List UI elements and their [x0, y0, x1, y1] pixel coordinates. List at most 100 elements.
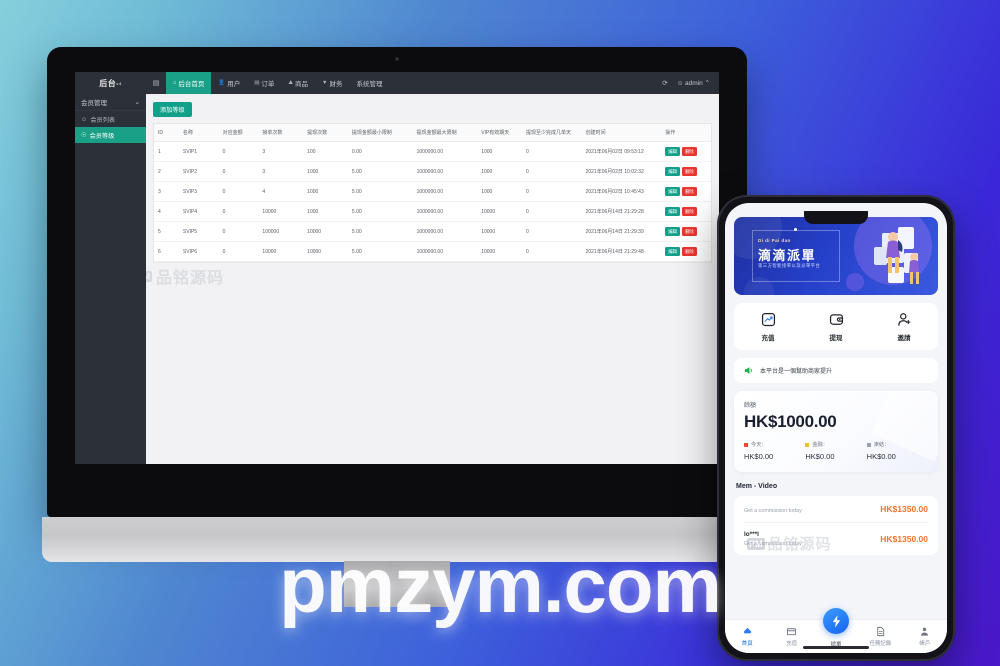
cell-actions: 编辑 删除 — [661, 221, 711, 242]
user-name: admin — [685, 80, 703, 87]
edit-button[interactable]: 编辑 — [665, 207, 680, 216]
tab-task-record[interactable]: 任務記錄 — [858, 626, 902, 647]
cell-max: 1000000.00 — [412, 161, 478, 182]
edit-button[interactable]: 编辑 — [665, 147, 680, 156]
mobile-phone: Di di Pai dan 滴滴派單 第三方智能接單以及派單平台 充值 提现 邀… — [717, 195, 955, 661]
delete-button[interactable]: 删除 — [681, 247, 697, 256]
promo-banner[interactable]: Di di Pai dan 滴滴派單 第三方智能接單以及派單平台 — [734, 217, 938, 295]
edit-button[interactable]: 编辑 — [665, 187, 680, 196]
cell-amount: 0 — [218, 181, 259, 202]
action-withdraw[interactable]: 提现 — [802, 312, 870, 342]
tab-label: 首頁 — [741, 641, 753, 647]
home-icon — [743, 627, 751, 634]
cell-min-orders: 0 — [521, 221, 582, 242]
tab-grab-order[interactable]: 搶單 — [814, 608, 858, 648]
stat-finance: 金融： HK$0.00 — [805, 441, 866, 461]
cell-max: 1000000.00 — [412, 241, 478, 262]
action-recharge[interactable]: 充值 — [734, 312, 802, 342]
notice-bar[interactable]: 本平台是一個幫助商家提升 — [734, 358, 938, 383]
banner-cn-title: 滴滴派單 — [758, 248, 817, 263]
cell-withdraws: 100 — [303, 141, 348, 162]
nav-label: 财务 — [329, 81, 343, 88]
member-desc: Get a commission today — [744, 507, 802, 514]
nav-item-users[interactable]: 👤 用户 — [211, 72, 247, 94]
tab-label: 任務記錄 — [869, 641, 892, 647]
table-row[interactable]: 3 SVIP3 0 4 1000 5.00 1000000.00 1000 0 — [154, 181, 711, 202]
member-desc: Get a commission today — [744, 541, 802, 547]
user-icon: 👤 — [218, 80, 226, 86]
tab-recharge[interactable]: 充值 — [769, 626, 813, 647]
cell-id: 1 — [154, 141, 179, 162]
cell-max: 1000000.00 — [412, 201, 478, 222]
monitor-screen: 后台 v4 ▤ ⌂ 后台首页 👤 用户 ▤ 订单 ⛰ 商品 ▼ 财务 系统管理 … — [75, 72, 719, 464]
cell-orders: 3 — [258, 161, 304, 182]
table-header-row: ID 名称 对应金额 接单次数 提现次数 提现金额最小限制 提现金额最大限制 V… — [154, 124, 711, 142]
table-row[interactable]: 2 SVIP2 0 3 1000 5.00 1000000.00 1000 0 — [154, 161, 711, 182]
phone-screen: Di di Pai dan 滴滴派單 第三方智能接單以及派單平台 充值 提现 邀… — [725, 203, 947, 653]
bolt-icon — [832, 614, 840, 628]
chevron-up-icon: ⌃ — [704, 80, 710, 87]
cell-min-orders: 0 — [521, 201, 582, 222]
nav-item-goods[interactable]: ⛰ 商品 — [281, 72, 315, 94]
add-level-button[interactable]: 添加等级 — [153, 102, 192, 117]
user-menu[interactable]: ☺ admin ⌃ — [677, 79, 710, 87]
stat-value: HK$0.00 — [805, 452, 835, 461]
stat-color-dot — [866, 442, 871, 447]
cell-amount: 0 — [218, 221, 259, 242]
stat-label: 凍結： — [873, 442, 890, 448]
delete-button[interactable]: 删除 — [681, 167, 697, 176]
nav-item-finance[interactable]: ▼ 财务 — [315, 72, 349, 94]
delete-button[interactable]: 删除 — [681, 187, 697, 196]
list-item[interactable]: lo***l Get a commission today HK$1350.00 — [744, 523, 928, 555]
watermark-admin: PM 品铭源码 — [146, 264, 224, 288]
grab-order-fab[interactable] — [823, 608, 849, 634]
cell-created: 2021年06月02日 09:53:12 — [581, 141, 662, 162]
cell-name: SVIP6 — [178, 241, 219, 262]
refresh-icon[interactable]: ⟳ — [662, 79, 667, 87]
nav-item-orders[interactable]: ▤ 订单 — [247, 72, 281, 94]
nav-label: 商品 — [295, 81, 309, 88]
webcam-icon — [395, 57, 399, 61]
tab-account[interactable]: 帳戶 — [903, 626, 947, 647]
list-item[interactable]: Get a commission today HK$1350.00 — [744, 496, 928, 523]
table-row[interactable]: 4 SVIP4 0 10000 1000 5.00 1000000.00 100… — [154, 201, 711, 222]
delete-button[interactable]: 删除 — [681, 227, 697, 236]
delete-button[interactable]: 删除 — [681, 147, 697, 156]
action-invite[interactable]: 邀請 — [870, 312, 938, 342]
col-vip-days: VIP有效期天 — [477, 124, 522, 142]
edit-button[interactable]: 编辑 — [665, 247, 680, 256]
phone-notch — [804, 211, 868, 224]
tab-home[interactable]: 首頁 — [725, 626, 769, 647]
admin-logo[interactable]: 后台 v4 — [75, 72, 146, 94]
cell-min: 0.00 — [347, 141, 413, 162]
cell-min-orders: 0 — [521, 161, 582, 182]
menu-icon[interactable]: ▤ — [146, 79, 166, 87]
col-amount: 对应金额 — [218, 124, 259, 142]
mobile-scroll-area[interactable]: Di di Pai dan 滴滴派單 第三方智能接單以及派單平台 充值 提现 邀… — [725, 203, 947, 619]
edit-button[interactable]: 编辑 — [665, 167, 680, 176]
cell-actions: 编辑 删除 — [661, 241, 711, 262]
sidebar-item-member-level[interactable]: ☉ 会员等级 — [75, 127, 146, 143]
sidebar-item-member-list[interactable]: ☺ 会员列表 — [75, 111, 146, 127]
table-row[interactable]: 1 SVIP1 0 3 100 0.00 1000000.00 1000 0 2… — [154, 141, 711, 162]
home-icon: ⌂ — [173, 80, 177, 86]
member-level-table: ID 名称 对应金额 接单次数 提现次数 提现金额最小限制 提现金额最大限制 V… — [154, 124, 711, 262]
admin-content: PM 品铭源码 添加等级 ID 名称 对应金额 接单次数 提现次数 — [146, 94, 719, 464]
edit-button[interactable]: 编辑 — [665, 227, 680, 236]
balance-amount: HK$1000.00 — [744, 412, 837, 431]
delete-button[interactable]: 删除 — [681, 207, 697, 216]
sidebar-group-member[interactable]: 会员管理 ⌄ — [75, 94, 146, 111]
nav-item-system[interactable]: 系统管理 — [349, 72, 389, 94]
cell-vip-days: 1000 — [477, 181, 522, 202]
cell-orders: 10000 — [258, 241, 304, 262]
cell-name: SVIP1 — [178, 141, 219, 162]
table-row[interactable]: 6 SVIP6 0 10000 10000 5.00 1000000.00 10… — [154, 241, 711, 262]
admin-topbar-right: ⟳ ☺ admin ⌃ — [662, 79, 719, 87]
mem-video-list: Get a commission today HK$1350.00 lo***l… — [734, 496, 938, 555]
wallet-icon — [829, 314, 843, 325]
nav-item-dashboard[interactable]: ⌂ 后台首页 — [166, 72, 212, 94]
table-row[interactable]: 5 SVIP5 0 100000 10000 5.00 1000000.00 1… — [154, 221, 711, 242]
member-name: lo***l — [744, 531, 759, 538]
sidebar-item-label: 会员等级 — [89, 132, 115, 140]
finance-icon: ▼ — [322, 80, 328, 86]
